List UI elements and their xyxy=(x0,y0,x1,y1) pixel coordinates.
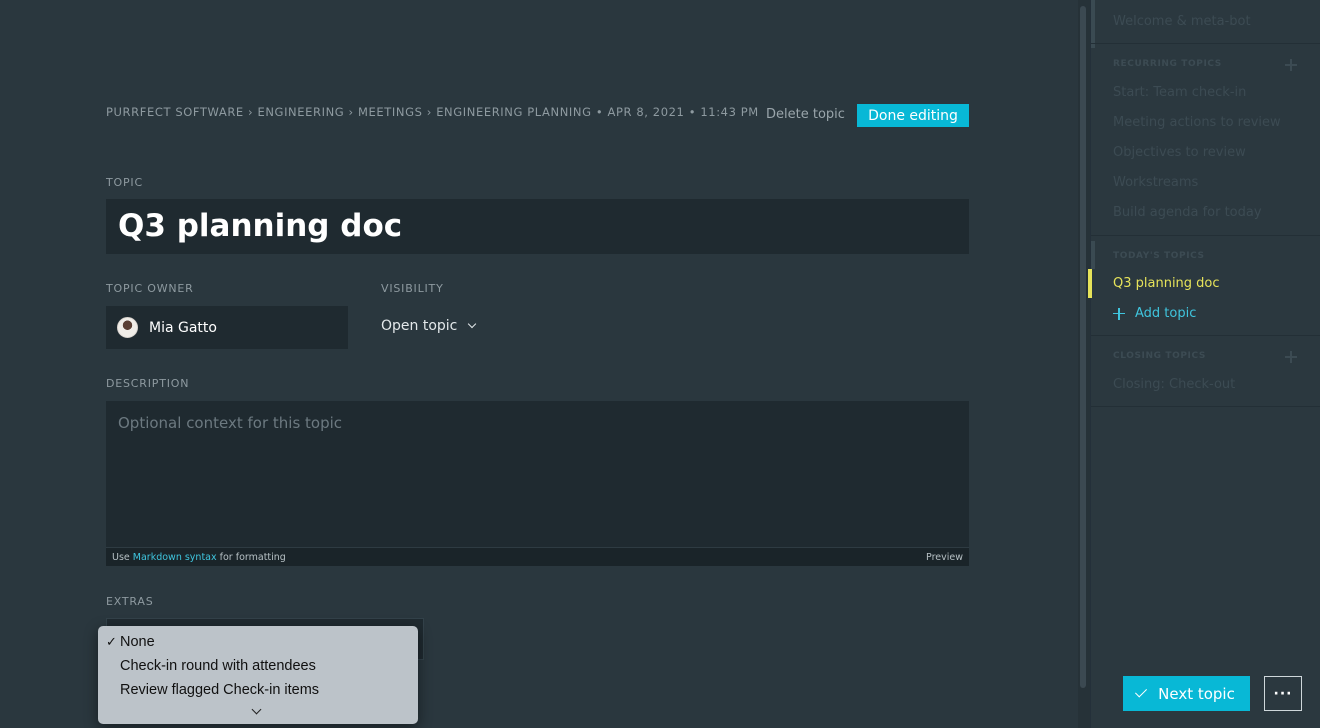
check-icon xyxy=(1135,685,1148,698)
topic-label: TOPIC xyxy=(106,176,143,189)
description-footer: Use Markdown syntax for formatting Previ… xyxy=(106,547,969,566)
preview-link[interactable]: Preview xyxy=(926,552,963,563)
topic-owner-select[interactable]: Mia Gatto xyxy=(106,306,348,349)
visibility-value: Open topic xyxy=(381,318,458,334)
divider xyxy=(1091,335,1320,336)
extras-option-review-flagged[interactable]: Review flagged Check-in items xyxy=(98,679,418,703)
done-editing-button[interactable]: Done editing xyxy=(857,104,969,127)
extras-label: EXTRAS xyxy=(106,595,154,608)
add-recurring-topic-icon[interactable] xyxy=(1285,59,1297,71)
markdown-syntax-link[interactable]: Markdown syntax xyxy=(133,552,217,563)
owner-name: Mia Gatto xyxy=(149,319,217,336)
add-topic-button[interactable]: Add topic xyxy=(1113,306,1196,321)
agenda-sidebar: Welcome & meta-bot RECURRING TOPICS Star… xyxy=(1088,0,1320,728)
add-closing-topic-icon[interactable] xyxy=(1285,351,1297,363)
extras-option-check-in-round[interactable]: Check-in round with attendees xyxy=(98,655,418,679)
plus-icon xyxy=(1113,307,1125,320)
active-topic-indicator xyxy=(1088,269,1092,298)
scrollbar-thumb[interactable] xyxy=(1080,6,1086,688)
topic-title-input[interactable]: Q3 planning doc xyxy=(106,199,969,254)
markdown-hint: Use Markdown syntax for formatting xyxy=(112,551,286,563)
delete-topic-button[interactable]: Delete topic xyxy=(766,107,845,122)
sidebar-item-recurring[interactable]: Objectives to review xyxy=(1113,145,1246,160)
next-topic-button[interactable]: Next topic xyxy=(1123,676,1250,711)
sidebar-item-recurring[interactable]: Workstreams xyxy=(1113,175,1198,190)
sidebar-item-recurring[interactable]: Meeting actions to review xyxy=(1113,115,1281,130)
breadcrumb: PURRFECT SOFTWARE › ENGINEERING › MEETIN… xyxy=(106,105,759,119)
main-scrollbar[interactable] xyxy=(1078,0,1090,728)
description-label: DESCRIPTION xyxy=(106,377,190,390)
section-accent xyxy=(1091,0,1095,48)
todays-topics-header: TODAY'S TOPICS xyxy=(1113,251,1205,261)
chevron-down-icon xyxy=(468,319,477,329)
visibility-label: VISIBILITY xyxy=(381,282,444,295)
visibility-dropdown[interactable]: Open topic xyxy=(381,318,477,334)
sidebar-item-recurring[interactable]: Build agenda for today xyxy=(1113,205,1262,220)
chevron-down-icon[interactable] xyxy=(251,704,262,715)
divider xyxy=(1091,43,1320,44)
section-accent xyxy=(1091,241,1095,269)
more-options-button[interactable]: ··· xyxy=(1264,676,1302,711)
closing-topics-header: CLOSING TOPICS xyxy=(1113,351,1206,361)
sidebar-item-welcome[interactable]: Welcome & meta-bot xyxy=(1113,14,1251,29)
sidebar-item-closing[interactable]: Closing: Check-out xyxy=(1113,377,1235,392)
sidebar-item-active-topic[interactable]: Q3 planning doc xyxy=(1113,276,1220,291)
avatar xyxy=(117,317,138,338)
recurring-topics-header: RECURRING TOPICS xyxy=(1113,59,1222,69)
description-textarea[interactable]: Optional context for this topic xyxy=(106,401,969,547)
extras-dropdown-menu: ✓ None Check-in round with attendees Revi… xyxy=(98,626,418,724)
checkmark-icon: ✓ xyxy=(106,634,117,649)
divider xyxy=(1091,235,1320,236)
sidebar-item-recurring[interactable]: Start: Team check-in xyxy=(1113,85,1246,100)
topic-owner-label: TOPIC OWNER xyxy=(106,282,194,295)
main-panel: PURRFECT SOFTWARE › ENGINEERING › MEETIN… xyxy=(0,0,1078,728)
extras-option-none[interactable]: ✓ None xyxy=(98,631,418,655)
divider xyxy=(1091,406,1320,407)
